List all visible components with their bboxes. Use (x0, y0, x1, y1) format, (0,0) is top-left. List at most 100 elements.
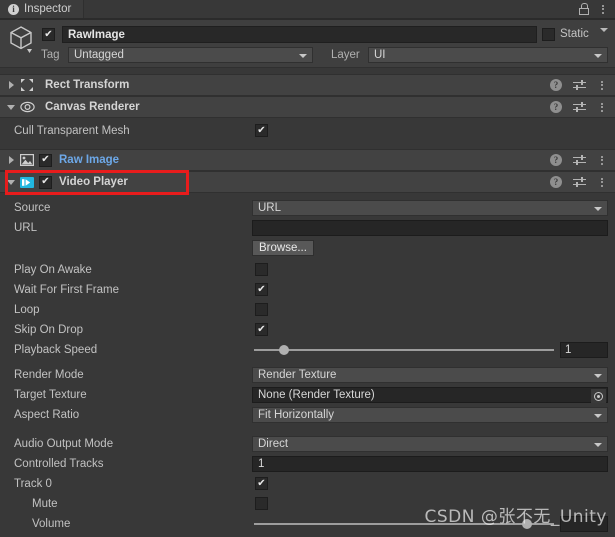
component-actions: ? (550, 154, 615, 166)
row-track-0: Track 0 (0, 475, 615, 495)
slider-track (254, 349, 554, 351)
chevron-down-icon (594, 207, 602, 211)
help-icon[interactable]: ? (550, 101, 562, 113)
preset-icon[interactable] (573, 79, 586, 91)
gameobject-name-input[interactable]: RawImage (62, 26, 537, 43)
kebab-menu-icon[interactable] (597, 155, 607, 165)
loop-label: Loop (14, 304, 40, 316)
chevron-down-icon (594, 414, 602, 418)
foldout-canvas-renderer[interactable] (4, 104, 18, 110)
kebab-menu-icon[interactable] (598, 4, 608, 14)
watermark: CSDN @张不无_Unity (424, 507, 607, 527)
component-header-rect-transform[interactable]: Rect Transform ? (0, 74, 615, 96)
gameobject-tag-layer-row: Tag Untagged Layer UI (0, 46, 615, 64)
playback-speed-input[interactable]: 1 (560, 342, 608, 358)
render-mode-dropdown[interactable]: Render Texture (252, 367, 608, 383)
row-loop: Loop (0, 301, 615, 321)
play-on-awake-checkbox[interactable] (255, 263, 268, 276)
skip-on-drop-checkbox[interactable] (255, 323, 268, 336)
source-value: URL (258, 202, 282, 214)
rect-transform-icon (18, 77, 36, 93)
info-icon: i (8, 3, 19, 15)
component-header-raw-image[interactable]: Raw Image ? (0, 149, 615, 171)
component-actions: ? (550, 101, 615, 113)
preset-icon[interactable] (573, 101, 586, 113)
row-url: URL (0, 219, 615, 239)
kebab-menu-icon[interactable] (597, 80, 607, 90)
cull-transparent-mesh-checkbox[interactable] (255, 124, 268, 137)
slider-handle[interactable] (279, 345, 289, 355)
chevron-down-icon (299, 54, 307, 58)
component-actions: ? (550, 79, 615, 91)
tab-inspector-label: Inspector (24, 3, 72, 15)
help-icon[interactable]: ? (550, 154, 562, 166)
playback-speed-slider[interactable] (254, 342, 554, 358)
controlled-tracks-label: Controlled Tracks (14, 458, 104, 470)
row-playback-speed: Playback Speed 1 (0, 341, 615, 361)
foldout-rect-transform[interactable] (4, 81, 18, 89)
url-input[interactable] (252, 220, 608, 236)
track-0-checkbox[interactable] (255, 477, 268, 490)
tab-inspector[interactable]: i Inspector (0, 0, 85, 18)
mute-checkbox[interactable] (255, 497, 268, 510)
kebab-menu-icon[interactable] (597, 102, 607, 112)
preset-icon[interactable] (573, 154, 586, 166)
chevron-down-icon (594, 443, 602, 447)
video-player-icon (18, 174, 36, 190)
aspect-ratio-label: Aspect Ratio (14, 409, 80, 421)
render-mode-value: Render Texture (258, 369, 337, 381)
browse-button[interactable]: Browse... (252, 240, 314, 256)
layer-label: Layer (331, 49, 360, 61)
lock-icon[interactable] (579, 3, 589, 15)
foldout-video-player[interactable] (4, 179, 18, 185)
cull-transparent-mesh-label: Cull Transparent Mesh (14, 125, 130, 137)
kebab-menu-icon[interactable] (597, 177, 607, 187)
row-audio-output-mode: Audio Output Mode Direct (0, 435, 615, 455)
row-browse: Browse... (0, 239, 615, 259)
audio-output-mode-dropdown[interactable]: Direct (252, 436, 608, 452)
component-header-video-player[interactable]: Video Player ? (0, 171, 615, 193)
component-title: Rect Transform (45, 79, 130, 91)
tabbar-actions (579, 3, 615, 15)
layer-dropdown[interactable]: UI (368, 47, 608, 63)
row-skip-on-drop: Skip On Drop (0, 321, 615, 341)
component-title: Raw Image (59, 154, 120, 166)
playback-speed-label: Playback Speed (14, 344, 98, 356)
wait-for-first-frame-label: Wait For First Frame (14, 284, 119, 296)
layer-value: UI (374, 49, 386, 61)
source-label: Source (14, 202, 51, 214)
static-checkbox[interactable] (542, 28, 555, 41)
wait-for-first-frame-checkbox[interactable] (255, 283, 268, 296)
loop-checkbox[interactable] (255, 303, 268, 316)
static-dropdown-arrow[interactable] (600, 28, 608, 44)
aspect-ratio-dropdown[interactable]: Fit Horizontally (252, 407, 608, 423)
preset-icon[interactable] (573, 176, 586, 188)
inspector-tabbar: i Inspector (0, 0, 615, 18)
target-texture-object-field[interactable]: None (Render Texture) (252, 387, 608, 403)
chevron-down-icon (594, 374, 602, 378)
help-icon[interactable]: ? (550, 176, 562, 188)
help-icon[interactable]: ? (550, 79, 562, 91)
chevron-down-icon (594, 54, 602, 58)
gameobject-enabled-checkbox[interactable] (42, 28, 55, 41)
source-dropdown[interactable]: URL (252, 200, 608, 216)
tag-value: Untagged (74, 49, 124, 61)
inspector-window: i Inspector RawImage Static (0, 0, 615, 537)
url-label: URL (14, 222, 38, 234)
skip-on-drop-label: Skip On Drop (14, 324, 84, 336)
component-title: Video Player (59, 176, 128, 188)
component-actions: ? (550, 176, 615, 188)
component-header-canvas-renderer[interactable]: Canvas Renderer ? (0, 96, 615, 118)
object-picker-icon[interactable] (591, 389, 606, 403)
row-target-texture: Target Texture None (Render Texture) (0, 386, 615, 406)
mute-label: Mute (32, 498, 58, 510)
gameobject-header: RawImage Static Tag Untagged Layer UI (0, 20, 615, 68)
tag-dropdown[interactable]: Untagged (68, 47, 313, 63)
raw-image-enabled-checkbox[interactable] (39, 153, 52, 167)
volume-label: Volume (32, 518, 71, 530)
foldout-raw-image[interactable] (4, 156, 18, 164)
target-texture-label: Target Texture (14, 389, 87, 401)
render-mode-label: Render Mode (14, 369, 84, 381)
video-player-enabled-checkbox[interactable] (39, 175, 52, 189)
controlled-tracks-input[interactable]: 1 (252, 456, 608, 472)
